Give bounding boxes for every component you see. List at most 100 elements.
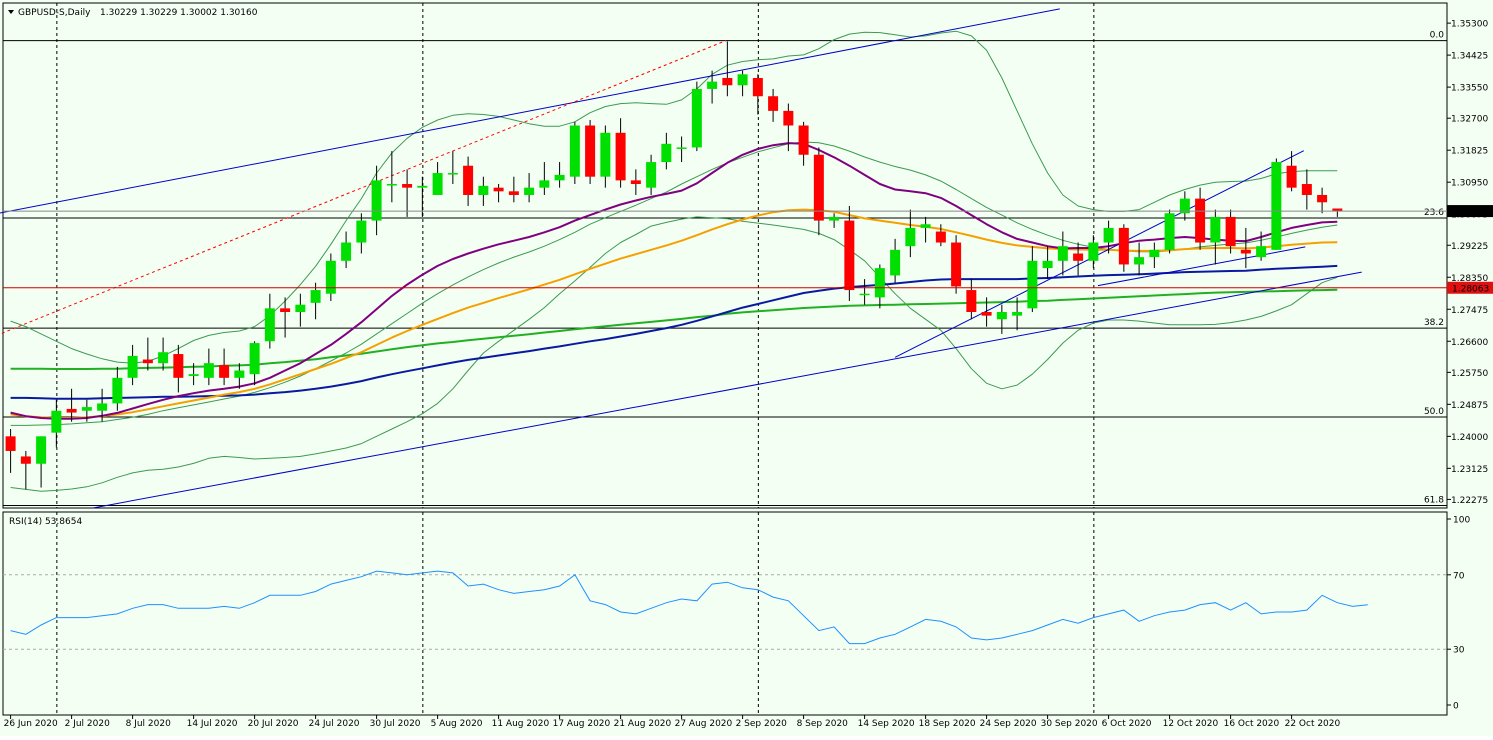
bearish-candle bbox=[463, 165, 474, 195]
bullish-candle bbox=[51, 410, 62, 433]
bullish-candle bbox=[310, 290, 321, 303]
bullish-candle bbox=[1256, 246, 1267, 258]
bullish-candle bbox=[890, 249, 901, 276]
bullish-candle bbox=[859, 293, 870, 296]
bullish-candle bbox=[905, 227, 916, 247]
bearish-candle bbox=[280, 308, 291, 312]
bearish-candle bbox=[1118, 227, 1129, 265]
fib-level-label: 61.8 bbox=[1424, 495, 1444, 505]
bearish-candle bbox=[585, 125, 596, 177]
time-axis-label: 26 Jun 2020 bbox=[4, 719, 58, 729]
time-axis-label: 27 Aug 2020 bbox=[675, 719, 733, 729]
bullish-candle bbox=[569, 125, 580, 177]
fib-level-label: 50.0 bbox=[1424, 407, 1444, 417]
bearish-candle bbox=[142, 359, 153, 364]
price-axis-label: 1.29225 bbox=[1451, 242, 1488, 252]
time-axis-label: 24 Jul 2020 bbox=[309, 719, 360, 729]
price-axis-label: 1.34425 bbox=[1451, 52, 1488, 62]
bearish-candle bbox=[1073, 253, 1084, 261]
bullish-candle bbox=[97, 403, 108, 411]
bearish-candle bbox=[1286, 165, 1297, 188]
bullish-candle bbox=[1012, 311, 1023, 316]
time-axis-label: 5 Aug 2020 bbox=[431, 719, 483, 729]
price-axis-label: 1.31825 bbox=[1451, 147, 1488, 157]
time-axis-label: 8 Jul 2020 bbox=[126, 719, 171, 729]
time-axis-label: 11 Aug 2020 bbox=[492, 719, 550, 729]
price-axis-label: 1.24875 bbox=[1451, 401, 1488, 411]
bullish-candle bbox=[996, 311, 1007, 320]
time-axis-label: 22 Oct 2020 bbox=[1285, 719, 1341, 729]
bullish-candle bbox=[600, 132, 611, 177]
bearish-candle bbox=[783, 110, 794, 126]
price-axis-label: 1.30950 bbox=[1451, 179, 1488, 189]
bullish-candle bbox=[676, 147, 687, 149]
bullish-candle bbox=[1149, 249, 1160, 258]
rsi-pane[interactable] bbox=[2, 511, 1448, 716]
price-axis-label: 1.30075 bbox=[1451, 211, 1488, 221]
time-axis-label: 2 Sep 2020 bbox=[736, 719, 788, 729]
bearish-candle bbox=[981, 311, 992, 316]
bearish-candle bbox=[508, 191, 519, 195]
bearish-candle bbox=[219, 365, 230, 378]
bullish-candle bbox=[386, 184, 397, 186]
fib-level-label: 23.6 bbox=[1424, 208, 1444, 218]
price-axis-label: 1.32700 bbox=[1451, 115, 1488, 125]
bullish-candle bbox=[1088, 242, 1099, 261]
bullish-candle bbox=[646, 162, 657, 188]
bearish-candle bbox=[752, 77, 763, 97]
bullish-candle bbox=[707, 81, 718, 89]
bullish-candle bbox=[112, 377, 123, 404]
bullish-candle bbox=[737, 74, 748, 86]
bullish-candle bbox=[234, 370, 245, 378]
rsi-axis-label: 100 bbox=[1453, 516, 1470, 526]
price-axis-label: 1.28350 bbox=[1451, 274, 1488, 284]
time-axis-label: 14 Jul 2020 bbox=[187, 719, 238, 729]
reference-price-label: 1.28063 bbox=[1452, 284, 1489, 294]
bearish-candle bbox=[768, 96, 779, 111]
bearish-candle bbox=[5, 436, 16, 451]
bullish-candle bbox=[417, 185, 428, 188]
rsi-label: RSI(14) 53.8654 bbox=[9, 517, 82, 527]
bullish-candle bbox=[81, 407, 92, 411]
bearish-candle bbox=[951, 242, 962, 287]
fib-level-label: 38.2 bbox=[1424, 318, 1444, 328]
time-axis-label: 8 Sep 2020 bbox=[797, 719, 849, 729]
bearish-candle bbox=[493, 187, 504, 192]
bearish-candle bbox=[1240, 249, 1251, 254]
bullish-candle bbox=[249, 343, 260, 375]
time-axis-label: 17 Aug 2020 bbox=[553, 719, 611, 729]
symbol-title: GBPUSD-S,Daily bbox=[18, 8, 91, 18]
bullish-candle bbox=[371, 180, 382, 221]
price-axis: 1.35300 1.34425 1.33550 1.32700 1.31825 1.309… bbox=[1447, 20, 1488, 506]
time-axis-label: 24 Sep 2020 bbox=[980, 719, 1037, 729]
bullish-candle bbox=[1042, 260, 1053, 269]
bullish-candle bbox=[478, 185, 489, 195]
time-axis-label: 16 Oct 2020 bbox=[1224, 719, 1280, 729]
bullish-candle bbox=[203, 363, 214, 378]
bearish-candle bbox=[1195, 198, 1206, 243]
bullish-candle bbox=[829, 216, 840, 221]
time-axis-label: 6 Oct 2020 bbox=[1102, 719, 1152, 729]
bearish-candle bbox=[402, 184, 413, 188]
bearish-candle bbox=[966, 290, 977, 312]
bearish-candle bbox=[630, 180, 641, 185]
rsi-axis-label: 0 bbox=[1453, 702, 1459, 712]
bullish-candle bbox=[36, 436, 47, 464]
bullish-candle bbox=[432, 173, 443, 195]
ohlc-readout: 1.30229 1.30229 1.30002 1.30160 bbox=[100, 8, 258, 18]
bearish-candle bbox=[173, 354, 184, 378]
time-axis-label: 30 Sep 2020 bbox=[1041, 719, 1098, 729]
bullish-candle bbox=[447, 173, 458, 175]
bullish-candle bbox=[539, 180, 550, 188]
bearish-candle bbox=[935, 231, 946, 243]
rsi-axis-label: 70 bbox=[1453, 571, 1465, 581]
bullish-candle bbox=[1271, 162, 1282, 250]
bearish-candle bbox=[798, 125, 809, 155]
time-axis-label: 12 Oct 2020 bbox=[1163, 719, 1219, 729]
bullish-candle bbox=[1103, 227, 1114, 243]
time-axis-label: 2 Jul 2020 bbox=[65, 719, 110, 729]
bullish-candle bbox=[554, 174, 565, 181]
rsi-axis-label: 30 bbox=[1453, 646, 1465, 656]
bearish-candle bbox=[20, 456, 31, 464]
time-axis-label: 20 Jul 2020 bbox=[248, 719, 299, 729]
